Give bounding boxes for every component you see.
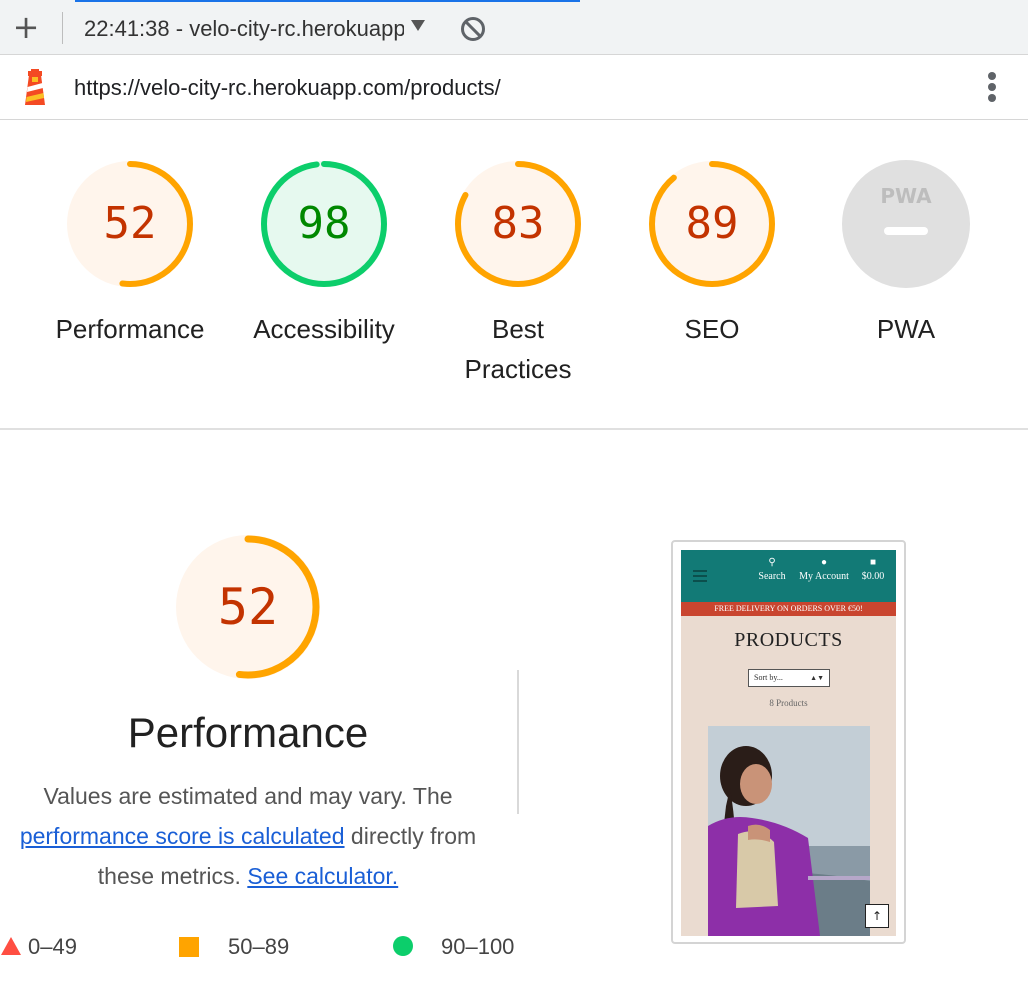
gauge-seo[interactable]: 89 xyxy=(647,159,777,289)
section-divider xyxy=(0,428,1028,430)
gauge-score: 89 xyxy=(685,198,739,249)
gauge-performance[interactable]: 52 xyxy=(65,159,195,289)
select-arrows-icon: ▲▼ xyxy=(810,674,824,682)
gauge-score: 52 xyxy=(103,198,157,249)
report-tab-title[interactable]: 22:41:38 - velo-city-rc.herokuapp.com xyxy=(84,14,404,44)
nav-bag: ■ $0.00 xyxy=(857,556,889,596)
legend-average: 50–89 xyxy=(228,934,290,959)
gauge-label-accessibility: Accessibility xyxy=(253,314,395,344)
performance-big-gauge: 52 xyxy=(174,533,322,681)
product-photo xyxy=(708,726,870,936)
category-scores: 52 Performance 98 Accessibility 83 Best … xyxy=(0,121,1028,429)
screenshot-viewport: ⚲ Search ● My Account ■ $0.00 FREE DELIV… xyxy=(681,550,896,936)
gauge-label-performance: Performance xyxy=(55,314,205,344)
legend-fail: 0–49 xyxy=(28,934,77,959)
performance-description: Values are estimated and may vary. The p… xyxy=(0,776,496,896)
sort-label: Sort by... xyxy=(754,673,783,682)
page-url[interactable]: https://velo-city-rc.herokuapp.com/produ… xyxy=(74,72,774,104)
pwa-na-dash xyxy=(884,227,928,235)
sort-select: Sort by... ▲▼ xyxy=(748,669,830,687)
performance-title: Performance xyxy=(127,709,369,756)
nav-account: ● My Account xyxy=(796,556,852,596)
site-nav: ⚲ Search ● My Account ■ $0.00 xyxy=(681,550,896,602)
user-icon: ● xyxy=(820,557,828,568)
bag-icon: ■ xyxy=(869,557,877,568)
gauge-accessibility[interactable]: 98 xyxy=(259,159,389,289)
gauge-best-practices[interactable]: 83 xyxy=(453,159,583,289)
score-calculated-link[interactable]: performance score is calculated xyxy=(20,823,345,849)
tab-bar: + 22:41:38 - velo-city-rc.herokuapp.com xyxy=(0,0,1028,55)
pwa-badge-text: PWA xyxy=(880,184,932,208)
pass-circle-icon xyxy=(393,936,413,956)
lighthouse-icon xyxy=(25,69,45,105)
nav-search: ⚲ Search xyxy=(758,557,786,582)
average-square-icon xyxy=(179,937,199,957)
block-icon[interactable] xyxy=(460,16,486,42)
chevron-down-icon[interactable] xyxy=(411,20,425,31)
legend-pass: 90–100 xyxy=(441,934,515,959)
performance-score: 52 xyxy=(217,578,279,636)
new-tab-plus-icon[interactable]: + xyxy=(12,10,40,44)
fail-triangle-icon xyxy=(1,937,21,955)
more-options-icon[interactable] xyxy=(984,70,1000,106)
desc-text-1: Values are estimated and may vary. The xyxy=(43,783,453,809)
gauge-label-best-practices: Best Practices xyxy=(464,314,572,384)
delivery-banner: FREE DELIVERY ON ORDERS OVER €50! xyxy=(681,602,896,616)
search-icon: ⚲ xyxy=(768,557,776,568)
menu-icon xyxy=(693,570,707,582)
gauge-score: 83 xyxy=(491,198,545,249)
vertical-separator xyxy=(517,670,519,814)
see-calculator-link[interactable]: See calculator. xyxy=(247,863,398,889)
final-screenshot[interactable]: ⚲ Search ● My Account ■ $0.00 FREE DELIV… xyxy=(671,540,906,944)
product-count: 8 Products xyxy=(769,698,808,708)
active-tab-indicator xyxy=(75,0,580,2)
products-heading: PRODUCTS xyxy=(734,629,843,651)
gauge-score: 98 xyxy=(297,198,351,249)
back-to-top-icon: ↑ xyxy=(865,904,889,928)
score-legend: 0–49 50–89 90–100 xyxy=(0,928,560,968)
url-bar: https://velo-city-rc.herokuapp.com/produ… xyxy=(0,56,1028,120)
cyclist-image xyxy=(708,726,870,936)
gauge-pwa[interactable]: PWA xyxy=(841,159,971,289)
gauge-label-seo: SEO xyxy=(684,314,740,344)
tab-separator xyxy=(62,12,63,44)
gauge-label-pwa: PWA xyxy=(876,314,936,344)
